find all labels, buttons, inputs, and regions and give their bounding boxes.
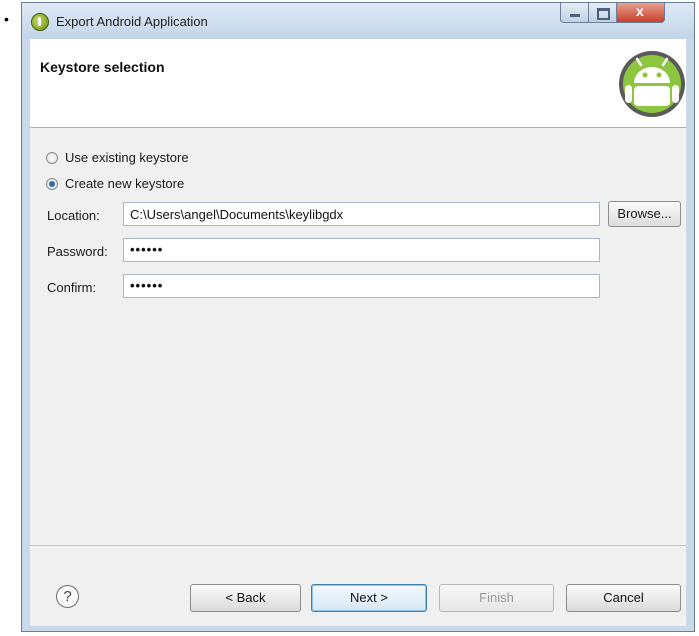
create-new-radio[interactable] — [46, 177, 58, 190]
use-existing-label: Use existing keystore — [65, 150, 189, 165]
confirm-label: Confirm: — [47, 280, 97, 295]
use-existing-keystore-option[interactable]: Use existing keystore — [46, 150, 189, 165]
bullet: • — [4, 11, 9, 27]
title-bar: Export Android Application — [22, 3, 694, 39]
window-title: Export Android Application — [56, 14, 208, 29]
android-logo-icon — [619, 51, 685, 117]
cancel-button[interactable]: Cancel — [566, 584, 681, 612]
wizard-header: Keystore selection — [30, 39, 686, 128]
back-button[interactable]: < Back — [190, 584, 301, 612]
create-new-label: Create new keystore — [65, 176, 185, 191]
help-icon[interactable]: ? — [56, 585, 79, 608]
create-new-keystore-option[interactable]: Create new keystore — [46, 176, 184, 191]
confirm-field[interactable]: •••••• — [123, 274, 600, 298]
maximize-icon[interactable] — [589, 3, 617, 23]
password-label: Password: — [47, 244, 108, 259]
browse-button[interactable]: Browse... — [608, 201, 681, 227]
next-button[interactable]: Next > — [311, 584, 427, 612]
finish-button[interactable]: Finish — [439, 584, 554, 612]
minimize-icon[interactable] — [560, 3, 589, 23]
password-field[interactable]: •••••• — [123, 238, 600, 262]
location-field[interactable]: C:\Users\angel\Documents\keylibgdx — [123, 202, 600, 226]
wizard-content: Use existing keystore Create new keystor… — [30, 128, 686, 545]
page-title: Keystore selection — [40, 59, 165, 75]
use-existing-radio[interactable] — [46, 151, 58, 164]
export-dialog: Export Android Application Keystore sele… — [21, 2, 695, 632]
close-icon[interactable] — [617, 3, 665, 23]
button-bar: ? < Back Next > Finish Cancel — [30, 545, 686, 626]
location-label: Location: — [47, 208, 100, 223]
eclipse-app-icon — [31, 13, 49, 31]
